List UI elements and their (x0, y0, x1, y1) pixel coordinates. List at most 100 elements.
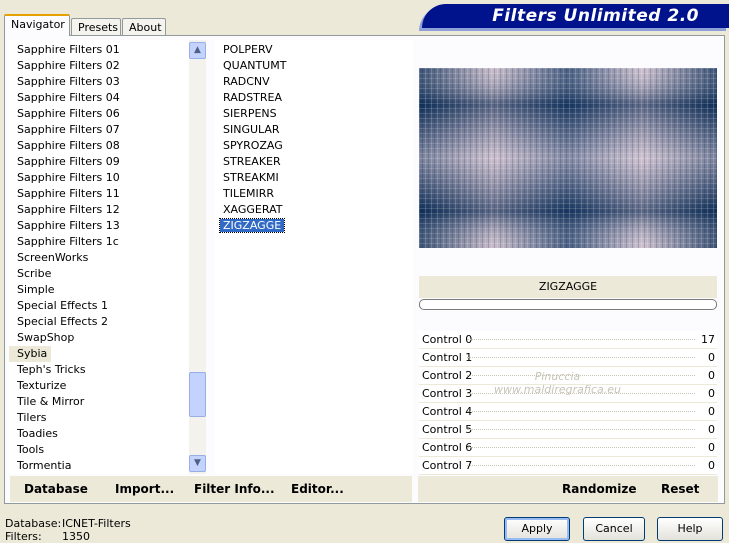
category-item[interactable]: Sapphire Filters 07 (9, 122, 189, 138)
category-item[interactable]: Tile & Mirror (9, 394, 189, 410)
cancel-button[interactable]: Cancel (583, 517, 645, 541)
category-list[interactable]: Sapphire Filters 01 Sapphire Filters 02 Sa… (9, 40, 189, 474)
filter-item[interactable]: SPYROZAG (215, 138, 413, 154)
help-button[interactable]: Help (657, 517, 723, 541)
control-slider-4[interactable]: Control 4 0 (419, 403, 717, 421)
category-label: Sapphire Filters 01 (17, 43, 120, 56)
category-item[interactable]: Sapphire Filters 06 (9, 106, 189, 122)
control-value: 0 (708, 423, 715, 436)
tab-about[interactable]: About (122, 18, 166, 36)
category-label: Sapphire Filters 04 (17, 91, 120, 104)
filter-label: XAGGERAT (223, 203, 283, 216)
slider-track[interactable] (467, 339, 695, 340)
tab-presets[interactable]: Presets (71, 18, 121, 36)
category-item[interactable]: Sapphire Filters 09 (9, 154, 189, 170)
filter-label: STREAKER (223, 155, 281, 168)
slider-track[interactable] (467, 447, 695, 448)
category-item[interactable]: Special Effects 1 (9, 298, 189, 314)
category-item[interactable]: Special Effects 2 (9, 314, 189, 330)
chevron-down-icon[interactable]: ▼ (189, 455, 206, 472)
filter-item[interactable]: RADCNV (215, 74, 413, 90)
category-item[interactable]: Sapphire Filters 10 (9, 170, 189, 186)
filter-item[interactable]: ZIGZAGGE (215, 218, 413, 234)
control-value: 0 (708, 351, 715, 364)
category-item[interactable]: Tilers (9, 410, 189, 426)
category-label: Toadies (17, 427, 58, 440)
slider-track[interactable] (467, 429, 695, 430)
filter-label: SINGULAR (223, 123, 280, 136)
editor-button[interactable]: Editor... (291, 482, 344, 496)
preview-image (419, 68, 717, 248)
chevron-up-icon[interactable]: ▲ (189, 42, 206, 59)
filter-item[interactable]: TILEMIRR (215, 186, 413, 202)
filter-item[interactable]: SINGULAR (215, 122, 413, 138)
filter-item[interactable]: STREAKER (215, 154, 413, 170)
category-item[interactable]: Scribe (9, 266, 189, 282)
category-item[interactable]: Sapphire Filters 03 (9, 74, 189, 90)
filter-list[interactable]: POLPERV QUANTUMT RADCNV RADSTREA SIERPENS SIN… (215, 40, 413, 474)
app-banner: Filters Unlimited 2.0 (422, 4, 729, 28)
progress-bar (419, 299, 717, 310)
category-label: Scribe (17, 267, 52, 280)
category-item[interactable]: Sapphire Filters 11 (9, 186, 189, 202)
slider-track[interactable] (467, 465, 695, 466)
category-item[interactable]: Teph's Tricks (9, 362, 189, 378)
slider-track[interactable] (467, 357, 695, 358)
control-slider-1[interactable]: Control 1 0 (419, 349, 717, 367)
control-label: Control 6 (422, 441, 473, 454)
category-item[interactable]: SwapShop (9, 330, 189, 346)
scroll-thumb[interactable] (189, 372, 206, 417)
category-label: Sapphire Filters 09 (17, 155, 120, 168)
category-item[interactable]: Texturize (9, 378, 189, 394)
control-slider-7[interactable]: Control 7 0 (419, 457, 717, 475)
category-item[interactable]: Sapphire Filters 12 (9, 202, 189, 218)
category-item[interactable]: ScreenWorks (9, 250, 189, 266)
control-slider-6[interactable]: Control 6 0 (419, 439, 717, 457)
filter-item[interactable]: POLPERV (215, 42, 413, 58)
control-label: Control 4 (422, 405, 473, 418)
randomize-button[interactable]: Randomize (562, 482, 636, 496)
category-item[interactable]: Sapphire Filters 1c (9, 234, 189, 250)
category-label: Sapphire Filters 12 (17, 203, 120, 216)
slider-track[interactable] (467, 411, 695, 412)
apply-button[interactable]: Apply (504, 517, 570, 541)
category-item[interactable]: Tormentia (9, 458, 189, 474)
watermark: Pinuccia www.maldiregrafica.eu (494, 370, 621, 396)
reset-button[interactable]: Reset (661, 482, 699, 496)
category-item[interactable]: Sapphire Filters 02 (9, 58, 189, 74)
category-item[interactable]: Sybia (9, 346, 189, 362)
category-label: Sapphire Filters 02 (17, 59, 120, 72)
filter-item[interactable]: SIERPENS (215, 106, 413, 122)
category-label: ScreenWorks (17, 251, 89, 264)
tab-navigator[interactable]: Navigator (4, 14, 70, 36)
category-label: Texturize (17, 379, 67, 392)
category-item[interactable]: Toadies (9, 426, 189, 442)
category-item[interactable]: Tools (9, 442, 189, 458)
filter-item[interactable]: XAGGERAT (215, 202, 413, 218)
control-value: 0 (708, 387, 715, 400)
filter-item[interactable]: QUANTUMT (215, 58, 413, 74)
category-scrollbar[interactable]: ▲ ▼ (189, 40, 206, 474)
category-label: Tilers (17, 411, 47, 424)
category-item[interactable]: Sapphire Filters 08 (9, 138, 189, 154)
filter-label: SPYROZAG (223, 139, 283, 152)
filter-item[interactable]: STREAKMI (215, 170, 413, 186)
filter-item[interactable]: RADSTREA (215, 90, 413, 106)
filter-info-button[interactable]: Filter Info... (194, 482, 275, 496)
category-item[interactable]: Simple (9, 282, 189, 298)
category-item[interactable]: Sapphire Filters 04 (9, 90, 189, 106)
control-slider-5[interactable]: Control 5 0 (419, 421, 717, 439)
category-label: Special Effects 2 (17, 315, 109, 328)
navigator-button-bar: Database Import... Filter Info... Editor… (10, 476, 412, 502)
control-value: 0 (708, 459, 715, 472)
database-button[interactable]: Database (24, 482, 88, 496)
control-label: Control 7 (422, 459, 473, 472)
category-item[interactable]: Sapphire Filters 13 (9, 218, 189, 234)
import-button[interactable]: Import... (115, 482, 174, 496)
control-slider-0[interactable]: Control 0 17 (419, 331, 717, 349)
category-label: Tile & Mirror (17, 395, 85, 408)
filter-label: ZIGZAGGE (218, 218, 286, 233)
category-item[interactable]: Sapphire Filters 01 (9, 42, 189, 58)
control-value: 0 (708, 369, 715, 382)
selected-filter-name: ZIGZAGGE (419, 276, 717, 298)
